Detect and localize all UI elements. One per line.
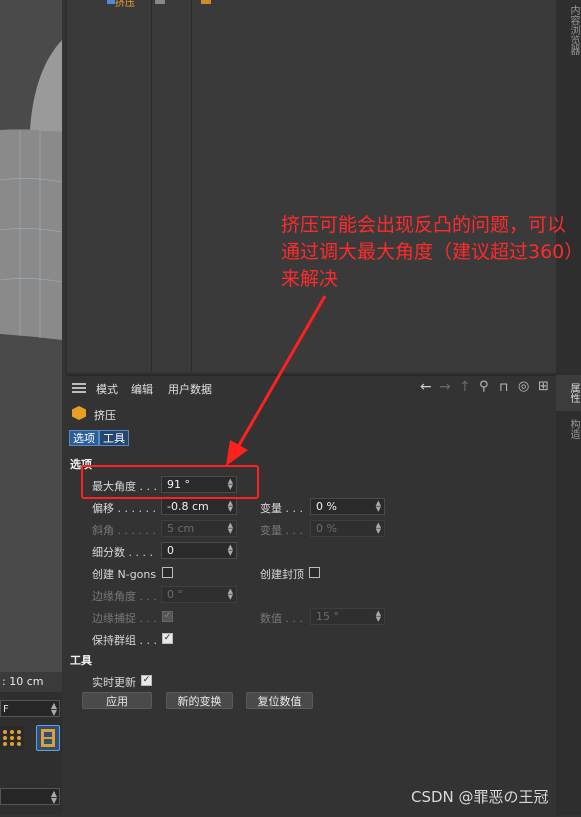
attribute-manager: 模式 编辑 用户数据 ← → ↑ ⚲ ⊓ ◎ ⊞ 挤压 选项 工具 选项 最大角… (66, 374, 556, 817)
preserve-groups-label: 保持群组 . . . (92, 634, 157, 647)
edge-angle-label: 边缘角度 . . . (92, 590, 157, 603)
extrude-object-icon (72, 406, 86, 420)
spin-arrows-icon[interactable]: ▲ ▼ (51, 702, 57, 717)
spin-arrows-icon[interactable]: ▲ ▼ (228, 588, 233, 601)
apply-button[interactable]: 应用 (82, 692, 152, 709)
viewport-mesh-icon (0, 0, 62, 672)
spin-arrows-icon[interactable]: ▲ ▼ (228, 500, 233, 513)
bevel-label: 斜角 . . . . . . (92, 524, 156, 537)
variance-label: 变量 . . . (260, 502, 303, 515)
spin-arrows-icon[interactable]: ▲ ▼ (228, 522, 233, 535)
object-manager[interactable]: 挤压 (66, 0, 557, 372)
spin-arrows-icon[interactable]: ▲ ▼ (376, 500, 381, 513)
arrow-left-icon[interactable]: ← (420, 380, 432, 394)
offset-label: 偏移 . . . . . . (92, 502, 156, 515)
edge-snap-checkbox[interactable]: ✓ (162, 611, 173, 622)
target-icon[interactable]: ◎ (518, 380, 529, 394)
visibility-icon[interactable] (155, 0, 165, 4)
tab-attributes[interactable]: 属性 (556, 375, 581, 411)
tab-options[interactable]: 选项 (69, 430, 99, 446)
secondary-field[interactable]: ▲ ▼ (0, 788, 60, 805)
3d-viewport[interactable] (0, 0, 62, 672)
spin-arrows-icon[interactable]: ▲ ▼ (376, 610, 381, 623)
create-ngons-label: 创建 N-gons (92, 568, 157, 581)
tab-tools[interactable]: 工具 (99, 430, 129, 446)
subdivision-label: 细分数 . . . . (92, 546, 153, 559)
snap-value-input[interactable]: 15 ° ▲ ▼ (310, 608, 385, 625)
variance-input[interactable]: 0 % ▲ ▼ (310, 498, 385, 515)
menu-edit[interactable]: 编辑 (131, 381, 153, 397)
realtime-update-label: 实时更新 (92, 676, 136, 689)
reset-values-button[interactable]: 复位数值 (246, 692, 313, 709)
viewport-readout: : 10 cm (0, 672, 62, 692)
watermark: CSDN @罪恶の王冠 (411, 788, 549, 806)
offset-input[interactable]: -0.8 cm ▲ ▼ (161, 498, 237, 515)
tab-content-browser[interactable]: 内容浏览器 (556, 0, 581, 60)
spin-arrows-icon[interactable]: ▲ ▼ (228, 544, 233, 557)
bevel-input[interactable]: 5 cm ▲ ▼ (161, 520, 237, 537)
create-caps-label: 创建封顶 (260, 568, 304, 581)
spin-arrows-icon[interactable]: ▲ ▼ (51, 790, 57, 805)
add-window-icon[interactable]: ⊞ (538, 380, 549, 394)
create-caps-checkbox[interactable] (309, 567, 320, 578)
tab-structure[interactable]: 构造 (556, 411, 581, 447)
subdivision-input[interactable]: 0 ▲ ▼ (161, 542, 237, 559)
arrow-up-icon[interactable]: ↑ (459, 380, 471, 394)
frame-field[interactable]: F ▲ ▼ (0, 700, 60, 717)
attribute-menubar: 模式 编辑 用户数据 ← → ↑ ⚲ ⊓ ◎ ⊞ (66, 376, 556, 400)
menu-user-data[interactable]: 用户数据 (168, 381, 212, 397)
arrow-right-icon[interactable]: → (439, 380, 451, 394)
create-ngons-checkbox[interactable] (162, 567, 173, 578)
spin-arrows-icon[interactable]: ▲ ▼ (376, 522, 381, 535)
preserve-groups-checkbox[interactable]: ✓ (162, 633, 173, 644)
highlight-box (81, 465, 259, 499)
edge-angle-input[interactable]: 0 ° ▲ ▼ (161, 586, 237, 603)
right-tab-strip: 内容浏览器 属性 构造 (556, 0, 581, 815)
snap-value-label: 数值 . . . (260, 612, 303, 625)
object-row-label[interactable]: 挤压 (115, 0, 135, 9)
menu-mode[interactable]: 模式 (96, 381, 118, 397)
column-divider (191, 0, 192, 372)
new-transform-button[interactable]: 新的变换 (166, 692, 233, 709)
section-tools-title: 工具 (70, 654, 92, 667)
hamburger-menu-icon[interactable] (72, 383, 86, 393)
object-name: 挤压 (94, 409, 116, 422)
lock-icon[interactable]: ⊓ (499, 380, 508, 394)
film-strip-icon[interactable] (36, 725, 60, 751)
dots-grid-icon[interactable] (0, 726, 24, 750)
tag-icon[interactable] (201, 0, 211, 4)
search-icon[interactable]: ⚲ (479, 380, 489, 394)
annotation-text: 挤压可能会出现反凸的问题，可以通过调大最大角度（建议超过360）来解决 (281, 214, 574, 290)
bevel-variance-input[interactable]: 0 % ▲ ▼ (310, 520, 385, 537)
object-type-icon (107, 0, 115, 4)
bevel-variance-label: 变量 . . . (260, 524, 303, 537)
realtime-update-checkbox[interactable]: ✓ (141, 675, 152, 686)
edge-snap-label: 边缘捕捉 . . . (92, 612, 157, 625)
column-divider (151, 0, 152, 372)
